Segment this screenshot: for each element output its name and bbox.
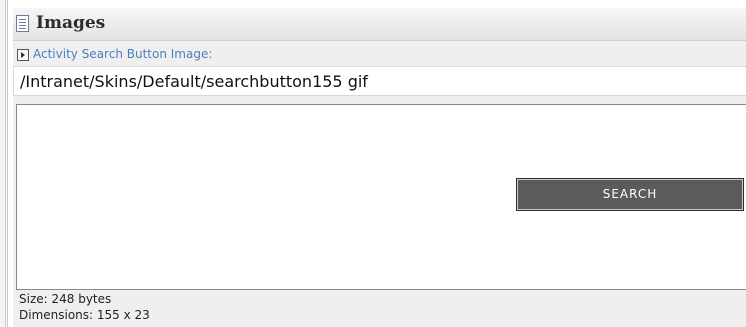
field-label[interactable]: Activity Search Button Image: xyxy=(33,47,212,61)
search-button-preview-image: SEARCH xyxy=(516,178,744,211)
image-size-info: Size: 248 bytes xyxy=(19,292,112,306)
expand-triangle-icon[interactable] xyxy=(17,49,29,61)
image-property-editor: Images Activity Search Button Image: SEA… xyxy=(0,0,746,327)
image-preview: SEARCH xyxy=(16,104,746,290)
outer-frame-border xyxy=(0,0,6,327)
images-panel: Images Activity Search Button Image: SEA… xyxy=(13,8,746,327)
image-path-input[interactable] xyxy=(13,66,746,96)
image-dimensions-info: Dimensions: 155 x 23 xyxy=(19,308,150,322)
document-list-icon xyxy=(16,15,29,32)
field-label-row: Activity Search Button Image: xyxy=(13,46,746,66)
section-title: Images xyxy=(36,13,106,33)
frame-divider xyxy=(7,0,8,327)
section-header: Images xyxy=(13,8,746,41)
